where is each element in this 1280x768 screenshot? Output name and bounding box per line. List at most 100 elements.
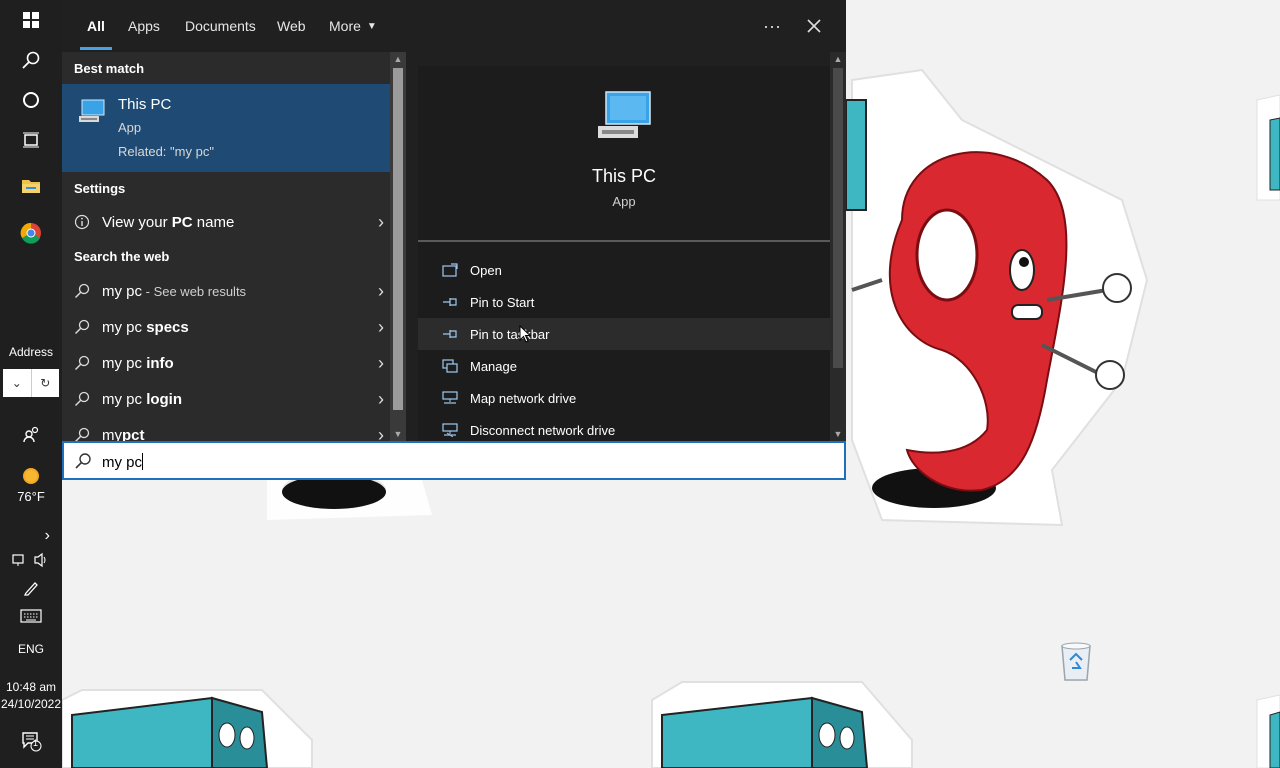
notification-count: 1: [33, 738, 39, 748]
scroll-down-arrow-icon[interactable]: ▼: [830, 427, 846, 441]
preview-scrollbar[interactable]: ▲ ▼: [830, 52, 846, 441]
settings-item-prefix: View your: [102, 213, 172, 231]
action-manage[interactable]: Manage: [418, 350, 830, 382]
chevron-right-icon[interactable]: ›: [378, 281, 384, 302]
caret-down-icon: ▼: [366, 20, 377, 32]
address-label: Address: [8, 345, 54, 359]
web-item-bold: login: [146, 390, 183, 408]
search-box[interactable]: my pc: [62, 441, 846, 480]
preview-divider: [418, 240, 830, 242]
search-tabs: All Apps Documents Web More ▼ ···: [62, 0, 846, 52]
tray-network-volume[interactable]: [0, 550, 62, 570]
web-item-bold: specs: [146, 318, 189, 336]
action-open[interactable]: Open: [418, 254, 830, 286]
clock-date[interactable]: 24/10/2022: [0, 697, 62, 711]
action-map-network-drive[interactable]: Map network drive: [418, 382, 830, 414]
preview-scroll-thumb[interactable]: [833, 68, 843, 368]
windows-start-icon[interactable]: [0, 6, 62, 34]
pin-icon: [442, 294, 458, 310]
chevron-right-icon[interactable]: ›: [378, 389, 384, 410]
info-icon: [74, 214, 90, 230]
settings-result-view-pc-name[interactable]: View your PC name ›: [62, 204, 390, 240]
action-pin-to-taskbar[interactable]: Pin to taskbar: [418, 318, 830, 350]
address-toolbar[interactable]: ⌄ ↻: [3, 369, 59, 397]
settings-item-suffix: name: [192, 213, 235, 231]
results-scroll-thumb[interactable]: [393, 68, 403, 410]
preview-title: This PC: [591, 166, 656, 186]
tab-all[interactable]: All: [80, 0, 112, 52]
more-options-icon[interactable]: ···: [756, 10, 788, 42]
search-icon: [74, 391, 90, 407]
touch-keyboard-icon[interactable]: [0, 606, 62, 626]
tab-web[interactable]: Web: [277, 0, 306, 52]
search-icon: [74, 355, 90, 371]
open-icon: [442, 262, 458, 278]
task-view-icon[interactable]: [0, 126, 62, 154]
tab-more[interactable]: More ▼: [329, 0, 377, 52]
tab-documents[interactable]: Documents: [185, 0, 256, 52]
chevron-right-icon[interactable]: ›: [378, 317, 384, 338]
web-result-item[interactable]: my pc specs ›: [62, 309, 390, 345]
scroll-up-arrow-icon[interactable]: ▲: [390, 52, 406, 66]
close-icon[interactable]: [798, 10, 830, 42]
action-label: Pin to taskbar: [470, 326, 550, 342]
web-result-item[interactable]: my pc info ›: [62, 345, 390, 381]
people-icon[interactable]: [0, 422, 62, 446]
best-match-related: Related: "my pc": [118, 144, 214, 159]
tab-apps[interactable]: Apps: [128, 0, 160, 52]
weather-temperature[interactable]: 76°F: [0, 489, 62, 504]
search-icon: [74, 319, 90, 335]
web-item-text: my pc: [102, 282, 143, 300]
action-label: Disconnect network drive: [470, 422, 616, 438]
action-label: Manage: [470, 358, 517, 374]
results-scrollbar[interactable]: ▲ ▼: [390, 52, 406, 441]
search-icon: [74, 427, 90, 441]
pen-workspace-icon[interactable]: [0, 578, 62, 598]
web-result-item[interactable]: my pc login ›: [62, 381, 390, 417]
search-web-heading: Search the web: [74, 249, 170, 264]
chevron-right-icon[interactable]: ›: [378, 353, 384, 374]
settings-item-bold: PC: [171, 213, 193, 231]
chrome-icon[interactable]: [0, 218, 62, 248]
chevron-right-icon[interactable]: ›: [378, 212, 384, 233]
show-hidden-icons-chevron-icon[interactable]: ›: [0, 526, 62, 546]
best-match-title: This PC: [118, 96, 172, 113]
web-item-text: my: [102, 426, 122, 442]
scroll-up-arrow-icon[interactable]: ▲: [830, 52, 846, 66]
recycle-bin-icon[interactable]: [1054, 638, 1098, 684]
web-result-item[interactable]: mypct ›: [62, 417, 390, 441]
pin-icon: [442, 326, 458, 342]
network-drive-icon: [442, 390, 458, 406]
chevron-down-icon[interactable]: ⌄: [3, 369, 32, 397]
cortana-icon[interactable]: [0, 86, 62, 114]
search-icon: [74, 283, 90, 299]
chevron-right-icon[interactable]: ›: [378, 425, 384, 442]
clock-time[interactable]: 10:48 am: [0, 680, 62, 694]
settings-heading: Settings: [74, 181, 126, 196]
this-pc-large-icon: [596, 88, 654, 146]
action-center-icon[interactable]: 1: [0, 728, 62, 754]
tab-more-label: More: [329, 18, 361, 34]
web-item-bold: info: [146, 354, 174, 372]
preview-type: App: [612, 194, 636, 209]
best-match-item[interactable]: This PC App Related: "my pc": [62, 84, 390, 172]
web-result-item[interactable]: my pc - See web results ›: [62, 273, 390, 309]
results-list: Best match This PC App Related: "my pc" …: [62, 52, 390, 441]
manage-icon: [442, 358, 458, 374]
input-language[interactable]: ENG: [0, 642, 62, 656]
search-input[interactable]: my pc: [102, 453, 144, 471]
disconnect-drive-icon: [442, 422, 458, 438]
file-explorer-icon[interactable]: [0, 172, 62, 200]
mouse-cursor-icon: [519, 324, 532, 348]
refresh-icon[interactable]: ↻: [32, 369, 60, 397]
search-panel: All Apps Documents Web More ▼ ··· Best m…: [62, 0, 846, 441]
action-pin-to-start[interactable]: Pin to Start: [418, 286, 830, 318]
text-caret: [142, 453, 144, 470]
weather-sun-icon[interactable]: [0, 465, 62, 487]
action-label: Pin to Start: [470, 294, 535, 310]
web-item-bold: pct: [122, 426, 145, 442]
scroll-down-arrow-icon[interactable]: ▼: [390, 427, 406, 441]
search-icon: [74, 452, 92, 470]
search-icon[interactable]: [0, 46, 62, 74]
web-item-text: my pc: [102, 390, 147, 408]
